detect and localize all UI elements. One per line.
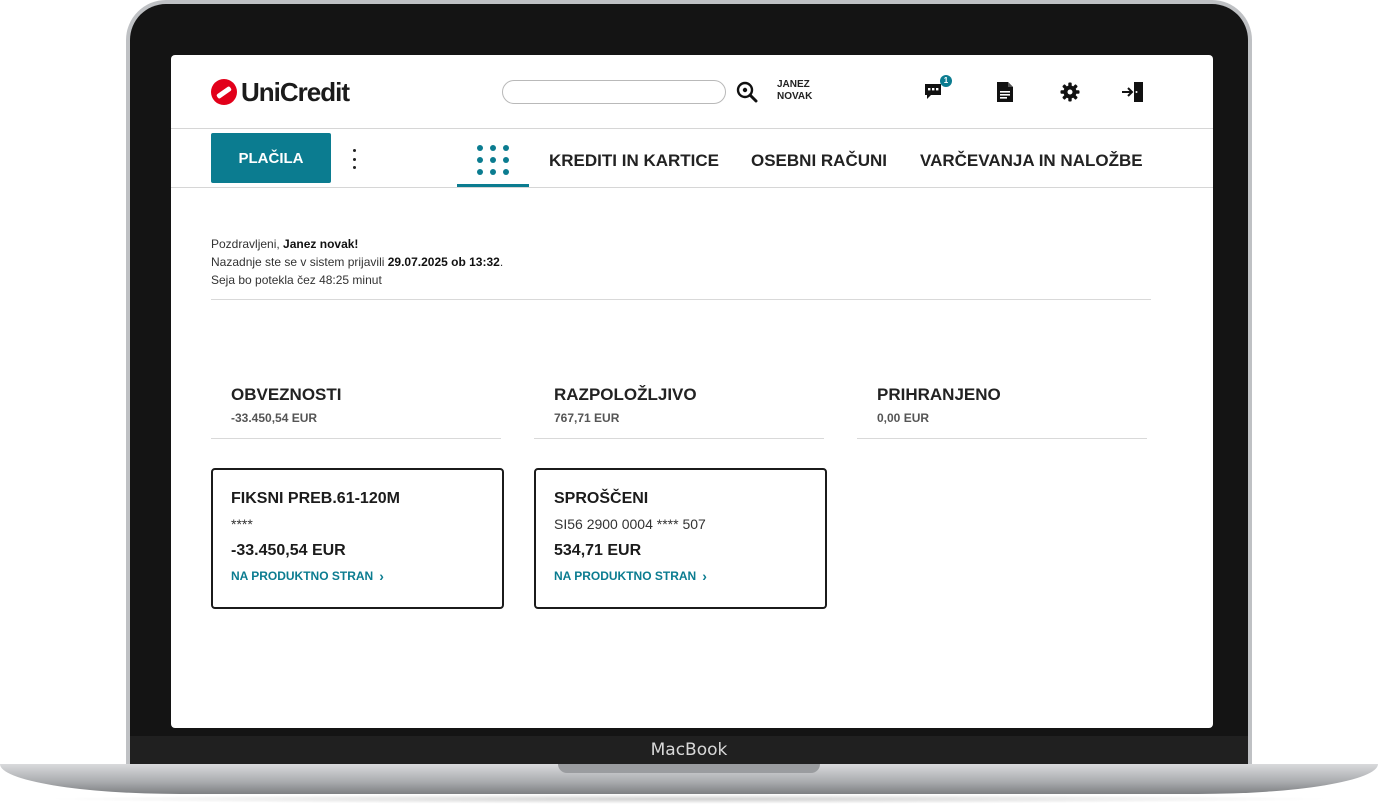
tab-home-grid[interactable] bbox=[457, 129, 529, 187]
chevron-right-icon: › bbox=[379, 568, 384, 584]
messages-badge: 1 bbox=[940, 75, 952, 87]
last-login-time: 29.07.2025 ob 13:32 bbox=[387, 255, 500, 269]
welcome-message: Pozdravljeni, Janez novak! Nazadnje ste … bbox=[211, 235, 503, 289]
summary-obveznosti: OBVEZNOSTI -33.450,54 EUR bbox=[211, 385, 501, 439]
user-name[interactable]: JANEZ NOVAK bbox=[777, 79, 847, 103]
documents-button[interactable] bbox=[992, 79, 1018, 105]
screen: UniCredit JANEZ NOVAK 1 PLAČILA KREDITI … bbox=[171, 55, 1213, 728]
tab-osebni-racuni[interactable]: OSEBNI RAČUNI bbox=[751, 151, 887, 171]
product-page-link-label: NA PRODUKTNO STRAN bbox=[554, 569, 697, 583]
summary-title: PRIHRANJENO bbox=[877, 385, 1001, 404]
last-login-line: Nazadnje ste se v sistem prijavili 29.07… bbox=[211, 255, 504, 269]
main-nav: PLAČILA KREDITI IN KARTICE OSEBNI RAČUNI… bbox=[171, 129, 1213, 188]
product-card-account[interactable]: SPROŠČENI SI56 2900 0004 **** 507 534,71… bbox=[534, 468, 827, 609]
settings-button[interactable] bbox=[1057, 79, 1083, 105]
tab-varcevanja-in-nalozbe[interactable]: VARČEVANJA IN NALOŽBE bbox=[920, 151, 1143, 171]
summary-prihranjeno: PRIHRANJENO 0,00 EUR bbox=[857, 385, 1147, 439]
gear-icon bbox=[1060, 82, 1080, 102]
summary-value: 0,00 EUR bbox=[877, 411, 930, 425]
search-input[interactable] bbox=[502, 80, 726, 104]
summary-value: 767,71 EUR bbox=[554, 411, 620, 425]
unicredit-logo[interactable]: UniCredit bbox=[211, 76, 350, 107]
logo-text: UniCredit bbox=[241, 76, 350, 107]
device-brand: MacBook bbox=[650, 740, 728, 760]
app-header: UniCredit JANEZ NOVAK 1 bbox=[171, 55, 1213, 129]
card-account-number: **** bbox=[231, 516, 253, 532]
logout-button[interactable] bbox=[1120, 79, 1146, 105]
card-title: FIKSNI PREB.61-120M bbox=[231, 490, 400, 507]
laptop-notch bbox=[558, 764, 820, 773]
user-greeting-name: Janez novak! bbox=[283, 237, 359, 251]
summary-title: OBVEZNOSTI bbox=[231, 385, 342, 404]
card-title: SPROŠČENI bbox=[554, 490, 649, 507]
product-page-link[interactable]: NA PRODUKTNO STRAN › bbox=[231, 568, 484, 584]
placila-button[interactable]: PLAČILA bbox=[211, 133, 331, 183]
summary-value: -33.450,54 EUR bbox=[231, 411, 318, 425]
product-page-link[interactable]: NA PRODUKTNO STRAN › bbox=[554, 568, 807, 584]
product-card-loan[interactable]: FIKSNI PREB.61-120M **** -33.450,54 EUR … bbox=[211, 468, 504, 609]
summary-title: RAZPOLOŽLJIVO bbox=[554, 385, 697, 404]
document-icon bbox=[997, 82, 1013, 102]
user-last-name: NOVAK bbox=[777, 91, 813, 102]
user-first-name: JANEZ bbox=[777, 79, 810, 90]
logout-icon bbox=[1122, 82, 1143, 102]
card-account-number: SI56 2900 0004 **** 507 bbox=[554, 516, 706, 532]
divider bbox=[211, 299, 1151, 300]
card-amount: -33.450,54 EUR bbox=[231, 542, 346, 559]
card-amount: 534,71 EUR bbox=[554, 542, 642, 559]
product-page-link-label: NA PRODUKTNO STRAN bbox=[231, 569, 374, 583]
unicredit-logo-icon bbox=[211, 79, 237, 105]
summary-razpolozljivo: RAZPOLOŽLJIVO 767,71 EUR bbox=[534, 385, 824, 439]
tab-krediti-in-kartice[interactable]: KREDITI IN KARTICE bbox=[549, 151, 719, 171]
more-menu-icon[interactable] bbox=[343, 147, 365, 171]
laptop-shadow bbox=[40, 794, 1338, 804]
greeting-line: Pozdravljeni, Janez novak! bbox=[211, 237, 359, 251]
chevron-right-icon: › bbox=[702, 568, 707, 584]
messages-button[interactable]: 1 bbox=[922, 75, 952, 105]
grid-icon bbox=[477, 145, 509, 179]
search-icon[interactable] bbox=[736, 81, 758, 103]
session-expiry: Seja bo potekla čez 48:25 minut bbox=[211, 273, 382, 287]
